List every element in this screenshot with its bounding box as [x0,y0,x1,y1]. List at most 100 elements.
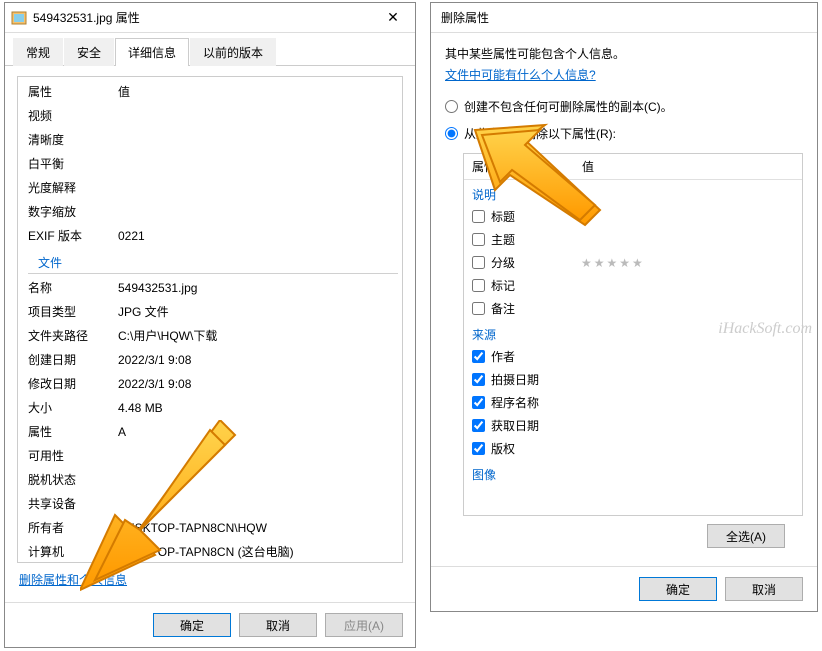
property-row[interactable]: 名称549432531.jpg [18,276,402,300]
header-name: 属性 [28,83,118,100]
property-name: 脱机状态 [28,471,118,489]
list-header-name: 属性 [472,158,582,175]
property-name: 文件夹路径 [28,327,118,345]
list-item-checkbox[interactable] [472,350,485,363]
property-row[interactable]: 白平衡 [18,152,402,176]
remove-properties-link[interactable]: 删除属性和个人信息 [19,573,127,587]
radio-remove-selected[interactable]: 从此文件中删除以下属性(R): [445,120,803,147]
property-name: EXIF 版本 [28,227,118,245]
list-item-checkbox[interactable] [472,396,485,409]
property-value [118,495,392,513]
list-item-checkbox[interactable] [472,419,485,432]
list-item-checkbox[interactable] [472,233,485,246]
select-all-row: 全选(A) [445,524,803,548]
titlebar[interactable]: 549432531.jpg 属性 ✕ [5,3,415,33]
list-item-checkbox[interactable] [472,279,485,292]
property-row[interactable]: 大小4.48 MB [18,396,402,420]
property-name: 属性 [28,423,118,441]
list-item-checkbox[interactable] [472,302,485,315]
radio-copy-input[interactable] [445,100,458,113]
radio-create-copy[interactable]: 创建不包含任何可删除属性的副本(C)。 [445,93,803,120]
list-item[interactable]: 标题 [464,205,802,228]
cancel-button[interactable]: 取消 [239,613,317,637]
property-row[interactable]: 视频 [18,104,402,128]
property-row[interactable]: EXIF 版本0221 [18,224,402,248]
property-row[interactable]: 计算机DESKTOP-TAPN8CN (这台电脑) [18,540,402,563]
ok-button[interactable]: 确定 [153,613,231,637]
property-row[interactable]: 数字缩放 [18,200,402,224]
list-item-label: 备注 [491,300,581,317]
list-item-checkbox[interactable] [472,210,485,223]
property-row[interactable]: 创建日期2022/3/1 9:08 [18,348,402,372]
property-value: C:\用户\HQW\下载 [118,327,392,345]
radio-remove-input[interactable] [445,127,458,140]
property-row[interactable]: 脱机状态 [18,468,402,492]
property-row[interactable]: 项目类型JPG 文件 [18,300,402,324]
close-button[interactable]: ✕ [373,4,413,32]
property-name: 光度解释 [28,179,118,197]
property-value: 549432531.jpg [118,279,392,297]
property-value: 2022/3/1 9:08 [118,375,392,393]
list-item[interactable]: 拍摄日期 [464,368,802,391]
list-header-value: 值 [582,158,594,175]
tab-details[interactable]: 详细信息 [115,38,189,66]
list-item-label: 分级 [491,254,581,271]
list-item[interactable]: 作者 [464,345,802,368]
property-row[interactable]: 文件夹路径C:\用户\HQW\下载 [18,324,402,348]
list-item-label: 作者 [491,348,581,365]
property-row[interactable]: 共享设备 [18,492,402,516]
list-item-label: 标题 [491,208,581,225]
list-item[interactable]: 主题 [464,228,802,251]
property-name: 所有者 [28,519,118,537]
property-list[interactable]: 属性 值 视频清晰度白平衡光度解释数字缩放EXIF 版本0221文件名称5494… [17,76,403,563]
info-link-row: 文件中可能有什么个人信息? [445,66,803,83]
personal-info-link[interactable]: 文件中可能有什么个人信息? [445,68,596,82]
list-item[interactable]: 备注 [464,297,802,320]
list-section-header: 图像 [464,460,802,485]
property-section-header: 文件 [28,250,398,274]
property-row[interactable]: 属性A [18,420,402,444]
property-row[interactable]: 清晰度 [18,128,402,152]
watermark: iHackSoft.com [718,320,812,338]
property-name: 共享设备 [28,495,118,513]
property-row[interactable]: 修改日期2022/3/1 9:08 [18,372,402,396]
property-row[interactable]: 可用性 [18,444,402,468]
select-all-button[interactable]: 全选(A) [707,524,785,548]
titlebar[interactable]: 删除属性 [431,3,817,33]
property-value: 4.48 MB [118,399,392,417]
property-name: 大小 [28,399,118,417]
list-item-label: 版权 [491,440,581,457]
property-name: 清晰度 [28,131,118,149]
property-value [118,471,392,489]
list-item-label: 获取日期 [491,417,581,434]
list-item[interactable]: 分级★★★★★ [464,251,802,274]
radio-copy-label: 创建不包含任何可删除属性的副本(C)。 [464,98,673,115]
dialog-buttons: 确定 取消 [431,566,817,611]
property-row[interactable]: 所有者DESKTOP-TAPN8CN\HQW [18,516,402,540]
list-item[interactable]: 标记 [464,274,802,297]
list-item-checkbox[interactable] [472,256,485,269]
file-icon [11,10,27,26]
list-item-label: 拍摄日期 [491,371,581,388]
radio-remove-label: 从此文件中删除以下属性(R): [464,125,616,142]
tab-previous[interactable]: 以前的版本 [190,38,276,66]
list-item-checkbox[interactable] [472,373,485,386]
apply-button[interactable]: 应用(A) [325,613,403,637]
property-value: DESKTOP-TAPN8CN\HQW [118,519,392,537]
property-value: DESKTOP-TAPN8CN (这台电脑) [118,543,392,561]
info-text: 其中某些属性可能包含个人信息。 [445,45,803,62]
cancel-button[interactable]: 取消 [725,577,803,601]
ok-button[interactable]: 确定 [639,577,717,601]
list-item[interactable]: 程序名称 [464,391,802,414]
list-item[interactable]: 版权 [464,437,802,460]
list-item-checkbox[interactable] [472,442,485,455]
tab-security[interactable]: 安全 [64,38,114,66]
property-name: 白平衡 [28,155,118,173]
list-item[interactable]: 获取日期 [464,414,802,437]
property-row[interactable]: 光度解释 [18,176,402,200]
property-value [118,107,392,125]
tab-general[interactable]: 常规 [13,38,63,66]
list-item-label: 主题 [491,231,581,248]
window-title: 549432531.jpg 属性 [33,9,373,26]
property-value: 0221 [118,227,392,245]
